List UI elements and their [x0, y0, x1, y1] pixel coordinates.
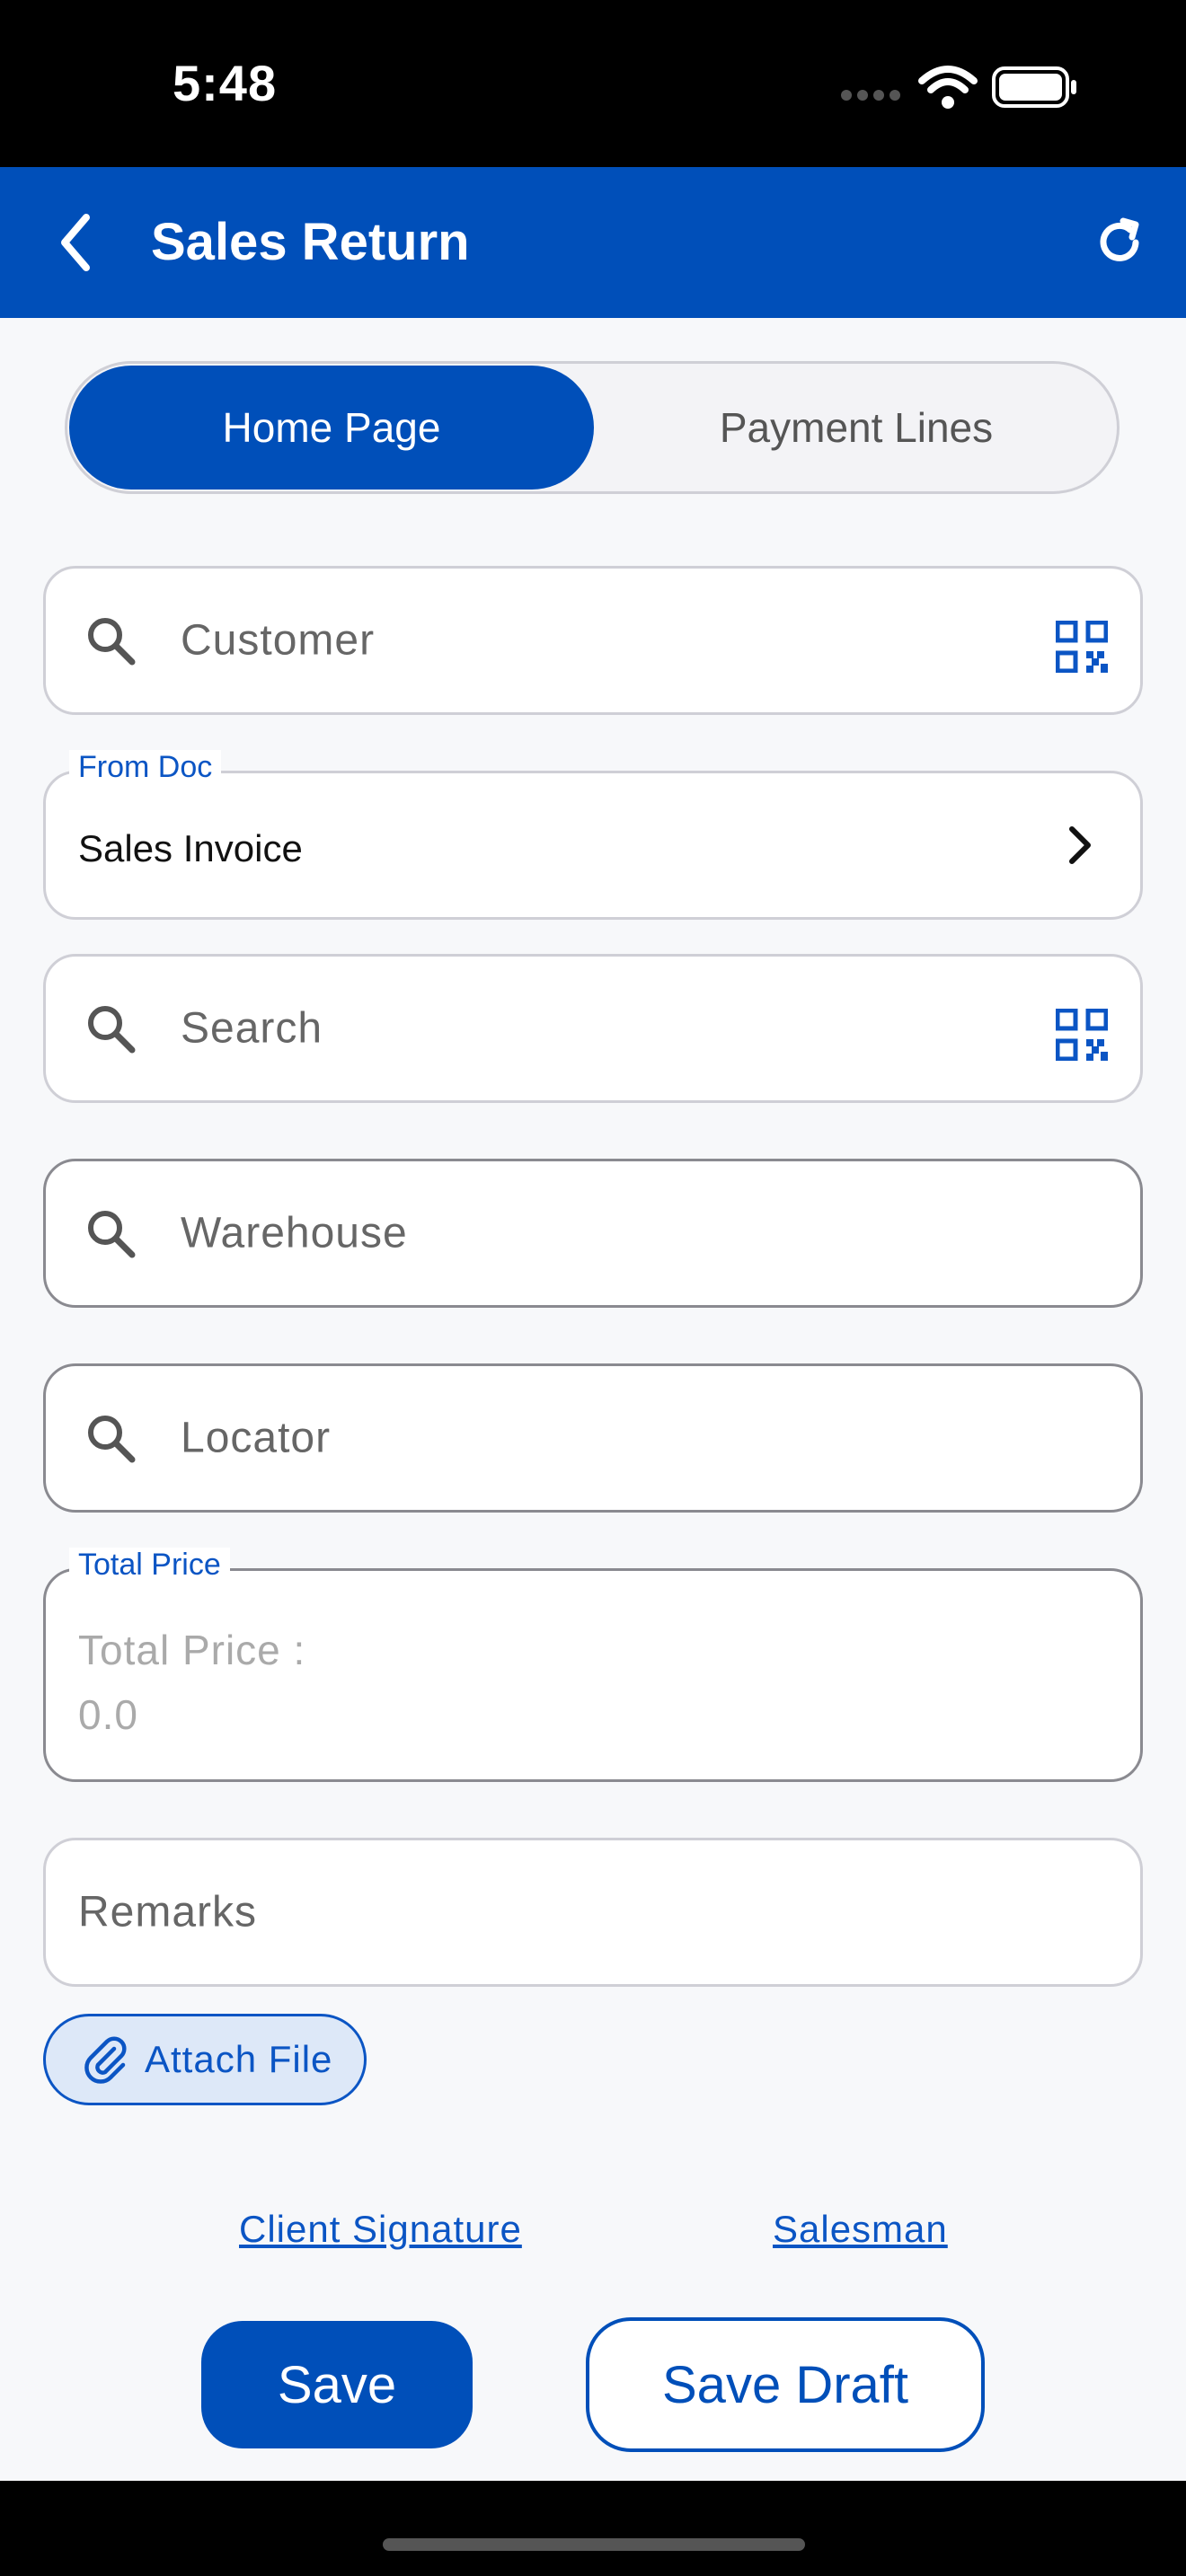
search-icon	[88, 1211, 136, 1258]
paperclip-icon	[84, 2036, 127, 2084]
tab-home-page[interactable]: Home Page	[69, 366, 594, 490]
total-price-field: Total Price Total Price : 0.0	[43, 1548, 1143, 1782]
from-doc-legend: From Doc	[69, 750, 222, 785]
bottom-bar	[0, 2481, 1186, 2576]
cellular-dots-icon	[841, 90, 900, 101]
client-signature-link[interactable]: Client Signature	[239, 2208, 522, 2251]
total-price-legend: Total Price	[69, 1548, 230, 1583]
status-time: 5:48	[173, 55, 278, 111]
qr-code-icon[interactable]	[1056, 1008, 1108, 1061]
search-icon	[88, 618, 136, 666]
chevron-right-icon	[1069, 826, 1091, 864]
search-icon	[88, 1416, 136, 1463]
save-draft-button[interactable]: Save Draft	[586, 2317, 985, 2452]
remarks-field[interactable]: Remarks	[43, 1838, 1143, 1987]
from-doc-value: Sales Invoice	[78, 827, 303, 869]
total-price-label: Total Price :	[78, 1627, 306, 1673]
total-price-value: 0.0	[78, 1691, 138, 1738]
locator-placeholder: Locator	[181, 1414, 332, 1462]
battery-icon	[992, 66, 1076, 108]
warehouse-placeholder: Warehouse	[181, 1209, 408, 1257]
total-price-display: Total Price : 0.0	[78, 1618, 305, 1747]
attach-file-label: Attach File	[145, 2038, 333, 2080]
product-search-field[interactable]: Search	[43, 954, 1143, 1103]
remarks-placeholder: Remarks	[78, 1888, 258, 1936]
locator-field[interactable]: Locator	[43, 1363, 1143, 1513]
app-bar: Sales Return	[0, 167, 1186, 318]
back-arrow-icon[interactable]	[56, 212, 95, 273]
tab-payment-lines[interactable]: Payment Lines	[594, 366, 1119, 490]
attach-file-button[interactable]: Attach File	[43, 2014, 367, 2105]
page-title: Sales Return	[151, 213, 470, 271]
customer-field[interactable]: Customer	[43, 566, 1143, 715]
warehouse-field[interactable]: Warehouse	[43, 1159, 1143, 1308]
salesman-link[interactable]: Salesman	[773, 2208, 948, 2251]
refresh-icon[interactable]	[1093, 216, 1146, 269]
qr-code-icon[interactable]	[1056, 620, 1108, 673]
from-doc-field[interactable]: From Doc Sales Invoice	[43, 750, 1143, 920]
status-bar: 5:48	[0, 0, 1186, 167]
home-indicator[interactable]	[383, 2538, 805, 2551]
save-button[interactable]: Save	[201, 2321, 473, 2448]
wifi-icon	[918, 66, 978, 109]
search-icon	[88, 1006, 136, 1054]
segmented-control: Home Page Payment Lines	[65, 361, 1120, 494]
search-placeholder: Search	[181, 1004, 323, 1053]
customer-placeholder: Customer	[181, 616, 376, 665]
